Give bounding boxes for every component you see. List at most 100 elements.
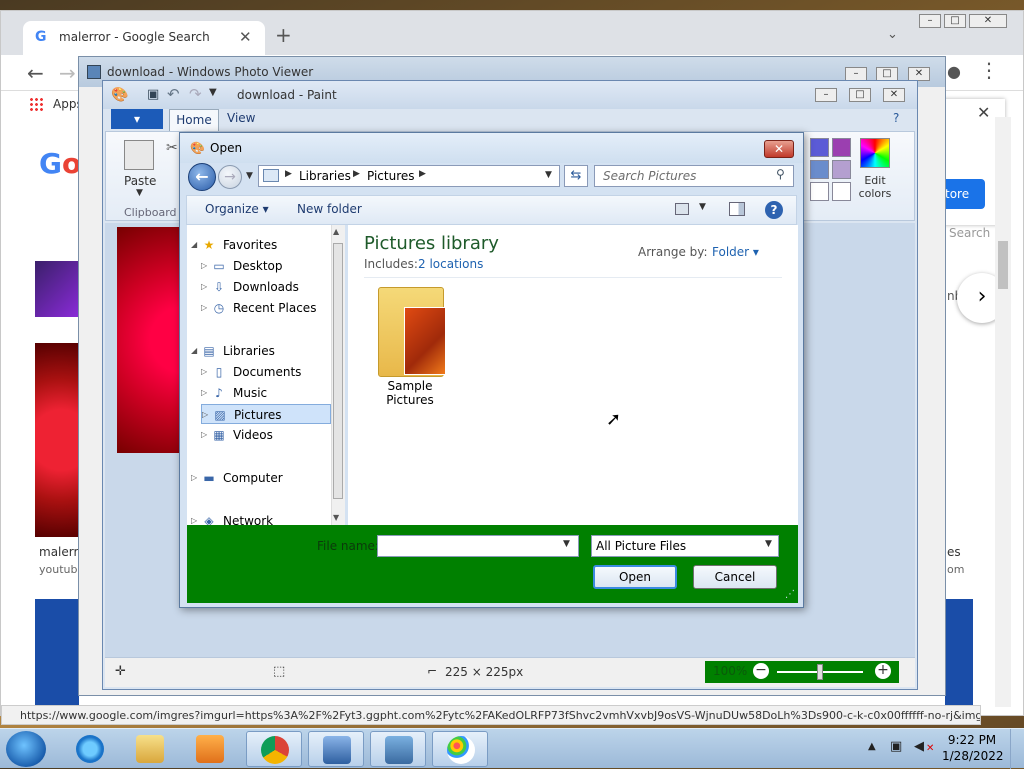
- file-name-input[interactable]: [377, 535, 579, 557]
- kebab-menu-icon[interactable]: ⋮: [979, 58, 999, 82]
- forward-arrow-icon[interactable]: →: [218, 165, 242, 189]
- breadcrumb-chevron-icon[interactable]: ▶: [419, 169, 426, 179]
- chrome-close-button[interactable]: ✕: [969, 14, 1007, 28]
- start-button[interactable]: [6, 731, 46, 767]
- refresh-icon[interactable]: ⇆: [564, 165, 588, 187]
- expand-arrow-icon[interactable]: ▷: [201, 277, 207, 297]
- undo-icon[interactable]: ↶: [167, 85, 180, 103]
- recent-locations-dropdown-icon[interactable]: ▼: [246, 171, 253, 181]
- expand-arrow-icon[interactable]: ▷: [202, 405, 208, 425]
- quick-access-dropdown-icon[interactable]: ▼: [209, 87, 217, 98]
- navigation-pane-scrollbar-thumb[interactable]: [333, 243, 343, 499]
- redo-icon[interactable]: ↷: [189, 85, 202, 103]
- nav-item-downloads[interactable]: ▷ ⇩ Downloads: [201, 277, 331, 297]
- taskbar-internet-explorer[interactable]: [62, 731, 118, 767]
- profile-icon[interactable]: ●: [947, 62, 961, 81]
- arrange-by-dropdown[interactable]: Folder ▾: [712, 245, 759, 259]
- paint-titlebar[interactable]: 🎨 ▣ ↶ ↷ ▼ download - Paint – □ ✕: [103, 81, 917, 109]
- taskbar-chrome[interactable]: [246, 731, 302, 767]
- address-bar[interactable]: ▶ Libraries ▶ Pictures ▶ ▼: [258, 165, 560, 187]
- dialog-close-button[interactable]: ✕: [764, 140, 794, 158]
- taskbar-file-explorer[interactable]: [122, 731, 178, 767]
- visit-store-button[interactable]: tore: [945, 179, 985, 209]
- zoom-out-button[interactable]: −: [753, 663, 769, 679]
- nav-item-recent-places[interactable]: ▷ ◷ Recent Places: [201, 298, 331, 318]
- help-icon[interactable]: ?: [765, 201, 783, 219]
- color-swatch[interactable]: [810, 182, 829, 201]
- new-folder-button[interactable]: New folder: [297, 202, 362, 216]
- file-name-dropdown-icon[interactable]: ▼: [563, 539, 570, 549]
- expand-arrow-icon[interactable]: ▷: [201, 298, 207, 318]
- expand-arrow-icon[interactable]: ▷: [201, 256, 207, 276]
- cut-icon[interactable]: ✂: [166, 140, 178, 156]
- chrome-scrollbar-thumb[interactable]: [998, 241, 1008, 289]
- color-swatch[interactable]: [810, 160, 829, 179]
- color-swatch[interactable]: [810, 138, 829, 157]
- color-swatch[interactable]: [832, 160, 851, 179]
- color-swatch[interactable]: [832, 138, 851, 157]
- nav-item-libraries[interactable]: ◢ ▤ Libraries: [191, 341, 331, 361]
- network-icon[interactable]: ▣: [890, 739, 902, 754]
- paste-dropdown-icon[interactable]: ▼: [136, 188, 143, 198]
- paint-menu-button[interactable]: ▾: [111, 109, 163, 129]
- show-desktop-button[interactable]: [1010, 729, 1024, 769]
- change-view-icon[interactable]: [675, 203, 689, 215]
- breadcrumb-pictures[interactable]: Pictures: [367, 169, 415, 183]
- chrome-tab[interactable]: G malerror - Google Search ✕: [23, 21, 265, 55]
- sample-pictures-folder[interactable]: Sample Pictures: [364, 287, 454, 407]
- apps-grid-icon[interactable]: [29, 97, 43, 111]
- library-locations-link[interactable]: 2 locations: [418, 257, 483, 271]
- paint-app-icon[interactable]: 🎨: [111, 87, 128, 103]
- preview-pane-icon[interactable]: [729, 202, 745, 216]
- clipboard-paste-icon[interactable]: [124, 140, 154, 170]
- show-hidden-icons-icon[interactable]: ▲: [868, 741, 876, 752]
- nav-item-desktop[interactable]: ▷ ▭ Desktop: [201, 256, 331, 276]
- zoom-slider-thumb[interactable]: [817, 664, 823, 680]
- related-image[interactable]: [945, 343, 973, 535]
- save-icon[interactable]: ▣: [147, 87, 159, 102]
- nav-item-favorites[interactable]: ◢ ★ Favorites: [191, 235, 331, 255]
- edit-colors-button[interactable]: Edit colors: [854, 174, 896, 200]
- forward-arrow-icon[interactable]: →: [59, 61, 76, 85]
- nav-item-music[interactable]: ▷ ♪ Music: [201, 383, 331, 403]
- pv-close-button[interactable]: ✕: [908, 67, 930, 81]
- google-logo[interactable]: Go: [39, 147, 81, 180]
- image-result-thumbnail[interactable]: [35, 343, 79, 537]
- help-icon[interactable]: ?: [893, 111, 899, 125]
- image-result-thumbnail[interactable]: [35, 261, 79, 317]
- related-image[interactable]: [945, 599, 973, 709]
- view-options-dropdown-icon[interactable]: ▼: [699, 202, 706, 212]
- image-result-thumbnail[interactable]: [35, 599, 79, 709]
- expand-arrow-icon[interactable]: ▷: [191, 468, 197, 488]
- taskbar-media-player[interactable]: [182, 731, 238, 767]
- pv-minimize-button[interactable]: –: [845, 67, 867, 81]
- zoom-in-button[interactable]: +: [875, 663, 891, 679]
- paint-close-button[interactable]: ✕: [883, 88, 905, 102]
- chrome-minimize-button[interactable]: –: [919, 14, 941, 28]
- paint-maximize-button[interactable]: □: [849, 88, 871, 102]
- expand-arrow-icon[interactable]: ◢: [191, 235, 197, 255]
- search-input[interactable]: Search Pictures: [594, 165, 794, 187]
- new-tab-button[interactable]: +: [275, 23, 292, 47]
- pv-maximize-button[interactable]: □: [876, 67, 898, 81]
- file-type-select[interactable]: All Picture Files: [591, 535, 779, 557]
- scroll-up-arrow-icon[interactable]: ▲: [333, 227, 339, 236]
- close-panel-icon[interactable]: ✕: [977, 103, 990, 122]
- nav-item-documents[interactable]: ▷ ▯ Documents: [201, 362, 331, 382]
- file-type-dropdown-icon[interactable]: ▼: [765, 539, 772, 549]
- taskbar-paint[interactable]: [432, 731, 488, 767]
- tab-view[interactable]: View: [227, 111, 255, 125]
- color-swatch[interactable]: [832, 182, 851, 201]
- tab-home[interactable]: Home: [169, 109, 219, 131]
- paste-button[interactable]: Paste: [124, 174, 156, 188]
- taskbar-remote-desktop[interactable]: [308, 731, 364, 767]
- breadcrumb-libraries[interactable]: Libraries: [299, 169, 351, 183]
- taskbar-photo-viewer[interactable]: [370, 731, 426, 767]
- clock-date[interactable]: 1/28/2022: [942, 749, 1004, 763]
- paint-minimize-button[interactable]: –: [815, 88, 837, 102]
- back-arrow-icon[interactable]: ←: [188, 163, 216, 191]
- tab-search-icon[interactable]: ⌄: [887, 27, 898, 42]
- search-icon[interactable]: ⚲: [776, 167, 785, 181]
- cancel-button[interactable]: Cancel: [693, 565, 777, 589]
- open-button[interactable]: Open: [593, 565, 677, 589]
